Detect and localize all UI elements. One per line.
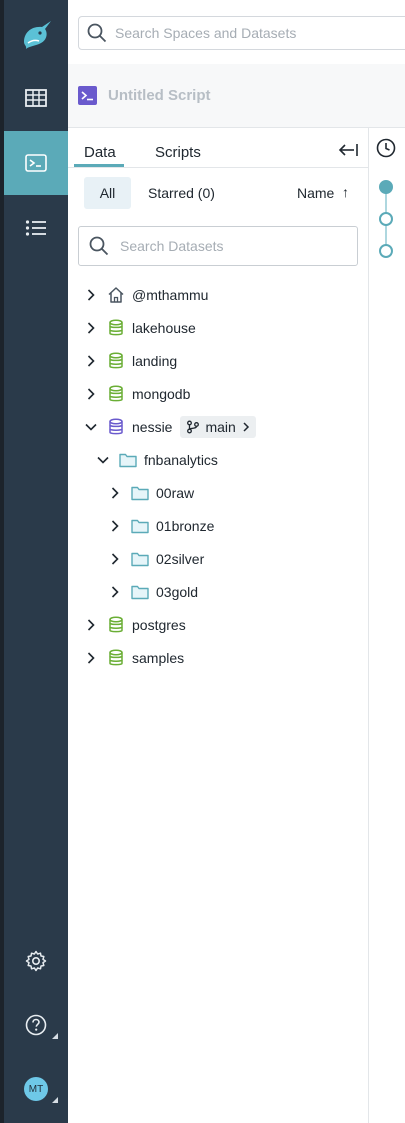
database-icon	[107, 352, 125, 370]
sort-direction-icon[interactable]: ↑	[342, 184, 349, 200]
dataset-search-field[interactable]	[78, 226, 358, 266]
chevron-right-icon[interactable]	[108, 552, 122, 566]
tree-item-landing[interactable]: landing	[84, 349, 177, 373]
chevron-right-icon	[242, 422, 250, 432]
chevron-down-icon[interactable]	[84, 420, 98, 434]
chevron-right-icon[interactable]	[84, 354, 98, 368]
branch-icon	[186, 420, 200, 434]
tree-item-samples[interactable]: samples	[84, 646, 184, 670]
datasets-grid-icon[interactable]	[4, 66, 68, 130]
history-clock-icon[interactable]	[376, 138, 396, 158]
tree-item-label: 00raw	[156, 485, 195, 501]
tree-item-00raw[interactable]: 00raw	[108, 481, 194, 505]
collapse-panel-button[interactable]	[336, 140, 360, 160]
tree-item-mthammu[interactable]: @mthammu	[84, 283, 208, 307]
filter-starred-button[interactable]: Starred (0)	[148, 185, 215, 201]
tree-item-label: mongodb	[132, 386, 191, 402]
tab-scripts[interactable]: Scripts	[155, 144, 201, 161]
history-rail	[369, 128, 405, 1123]
chevron-down-icon[interactable]	[96, 453, 110, 467]
chevron-right-icon[interactable]	[84, 618, 98, 632]
global-search-field[interactable]	[78, 16, 405, 50]
database-icon	[107, 616, 125, 634]
data-panel: Data Scripts All Starred (0) Name ↑ @mth…	[68, 128, 369, 1123]
help-icon[interactable]	[4, 993, 68, 1057]
narwhal-logo-icon[interactable]	[4, 6, 68, 66]
folder-icon	[131, 583, 149, 601]
submenu-indicator-icon	[52, 1097, 58, 1103]
script-title[interactable]: Untitled Script	[108, 87, 211, 104]
folder-icon	[131, 517, 149, 535]
tree-item-02silver[interactable]: 02silver	[108, 547, 204, 571]
panel-tabs: Data Scripts	[68, 128, 368, 168]
script-header: Untitled Script	[68, 64, 405, 128]
nessie-source-icon	[107, 418, 125, 436]
tree-item-label: nessie	[132, 419, 173, 435]
chevron-right-icon[interactable]	[108, 519, 122, 533]
search-icon	[89, 236, 109, 256]
folder-icon	[119, 451, 137, 469]
tree-item-lakehouse[interactable]: lakehouse	[84, 316, 196, 340]
tree-item-mongodb[interactable]: mongodb	[84, 382, 190, 406]
tree-item-label: 03gold	[156, 584, 199, 600]
gear-icon[interactable]	[4, 929, 68, 993]
folder-icon	[131, 484, 149, 502]
tab-data[interactable]: Data	[84, 144, 116, 161]
user-menu-button[interactable]: MT	[4, 1057, 68, 1121]
submenu-indicator-icon	[52, 1033, 58, 1039]
dataset-search-input[interactable]	[120, 238, 340, 254]
history-entry[interactable]	[379, 244, 393, 258]
tree-item-nessie[interactable]: nessie main	[84, 415, 256, 439]
tree-item-label: 01bronze	[156, 518, 215, 534]
collapse-left-icon	[338, 144, 358, 156]
sql-runner-icon[interactable]	[4, 131, 68, 195]
tree-item-label: 02silver	[156, 551, 205, 567]
history-entry-current[interactable]	[379, 180, 393, 194]
branch-label: main	[205, 419, 236, 435]
chevron-right-icon[interactable]	[84, 651, 98, 665]
home-icon	[107, 286, 125, 304]
database-icon	[107, 649, 125, 667]
tree-item-label: samples	[132, 650, 185, 666]
tree-item-label: lakehouse	[132, 320, 196, 336]
jobs-list-icon[interactable]	[4, 196, 68, 260]
avatar: MT	[24, 1077, 48, 1101]
tree-item-label: postgres	[132, 617, 186, 633]
search-icon	[87, 23, 107, 43]
database-icon	[107, 319, 125, 337]
chevron-right-icon[interactable]	[84, 288, 98, 302]
active-tab-indicator	[74, 164, 124, 167]
tree-item-03gold[interactable]: 03gold	[108, 580, 198, 604]
tree-item-postgres[interactable]: postgres	[84, 613, 186, 637]
tree-item-label: @mthammu	[132, 287, 209, 303]
global-search-input[interactable]	[115, 25, 375, 41]
script-icon	[78, 86, 97, 105]
chevron-right-icon[interactable]	[108, 486, 122, 500]
history-entry[interactable]	[379, 212, 393, 226]
chevron-right-icon[interactable]	[108, 585, 122, 599]
sort-name-button[interactable]: Name	[297, 185, 334, 201]
folder-icon	[131, 550, 149, 568]
sidebar: MT	[4, 0, 68, 1123]
tree-item-label: landing	[132, 353, 178, 369]
tree-item-fnbanalytics[interactable]: fnbanalytics	[96, 448, 218, 472]
chevron-right-icon[interactable]	[84, 321, 98, 335]
branch-selector[interactable]: main	[180, 416, 256, 438]
filter-all-button[interactable]: All	[84, 177, 131, 209]
tree-item-01bronze[interactable]: 01bronze	[108, 514, 214, 538]
chevron-right-icon[interactable]	[84, 387, 98, 401]
tree-item-label: fnbanalytics	[144, 452, 218, 468]
database-icon	[107, 385, 125, 403]
avatar-initials: MT	[28, 1083, 44, 1095]
